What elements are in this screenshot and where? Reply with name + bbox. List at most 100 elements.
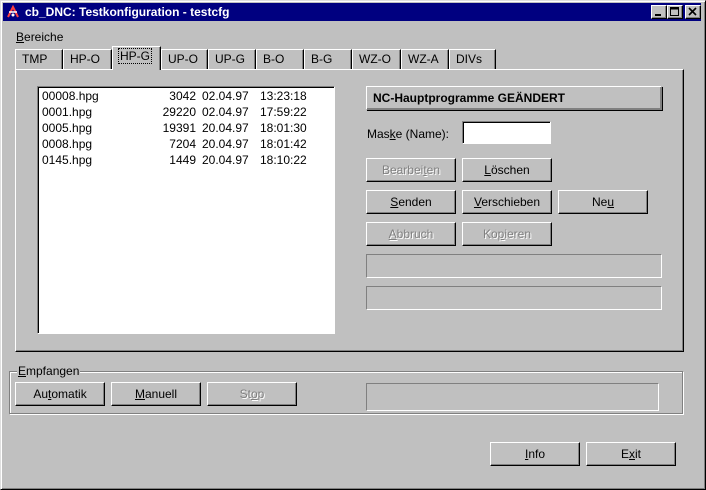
- btn-text: anuell: [144, 387, 178, 401]
- automatic-button[interactable]: Automatik: [15, 382, 105, 406]
- btn-text: it: [635, 447, 641, 461]
- tab-label: DIVs: [456, 52, 483, 66]
- tab-wz-o[interactable]: WZ-O: [352, 49, 401, 69]
- file-time: 18:01:30: [260, 121, 307, 135]
- window-title: cb_DNC: Testkonfiguration - testcfg: [25, 5, 230, 19]
- delete-button[interactable]: Löschen: [462, 158, 552, 182]
- file-time: 18:10:22: [260, 153, 307, 167]
- tab-hp-g[interactable]: HP-G: [112, 46, 161, 70]
- tab-up-o[interactable]: UP-O: [161, 49, 208, 69]
- file-size: 19391: [162, 121, 196, 135]
- btn-mnemonic: M: [134, 387, 145, 401]
- tab-divs[interactable]: DIVs: [449, 49, 496, 69]
- file-name: 0145.hpg: [42, 153, 93, 167]
- maximize-button[interactable]: [667, 5, 683, 19]
- file-size: 7204: [169, 137, 196, 151]
- file-name: 00008.hpg: [42, 89, 99, 103]
- btn-text: en: [426, 163, 441, 177]
- section-heading: NC-Hauptprogramme GEÄNDERT: [373, 91, 566, 105]
- mask-label-pre: Mas: [367, 127, 390, 141]
- close-button[interactable]: [685, 5, 701, 19]
- exit-button[interactable]: Exit: [586, 442, 676, 466]
- tab-b-g[interactable]: B-G: [304, 49, 352, 69]
- tab-hp-o[interactable]: HP-O: [63, 49, 112, 69]
- file-name: 0005.hpg: [42, 121, 93, 135]
- send-button[interactable]: Senden: [366, 190, 456, 214]
- file-time: 13:23:18: [260, 89, 307, 103]
- group-label-post: mpfangen: [26, 364, 80, 378]
- tab-label: B-G: [311, 52, 333, 66]
- tab-tmp[interactable]: TMP: [15, 49, 63, 69]
- btn-mnemonic: u: [607, 195, 615, 209]
- tab-label: TMP: [22, 52, 48, 66]
- file-listbox[interactable]: 00008.hpg 3042 02.04.97 13:23:18 0001.hp…: [37, 86, 335, 334]
- mask-input[interactable]: [462, 121, 551, 144]
- btn-mnemonic: A: [388, 227, 397, 241]
- btn-text: enden: [398, 195, 432, 209]
- btn-text: E: [620, 447, 629, 461]
- mask-label: Maske (Name):: [367, 127, 449, 141]
- btn-text: bbruch: [396, 227, 434, 241]
- file-time: 17:59:22: [260, 105, 307, 119]
- list-item[interactable]: 0145.hpg 1449 20.04.97 18:10:22: [42, 153, 310, 169]
- areas-label-rest: ereiche: [24, 30, 64, 44]
- receive-status-panel: [366, 383, 659, 411]
- copy-button[interactable]: Kopieren: [462, 222, 552, 246]
- manual-button[interactable]: Manuell: [111, 382, 201, 406]
- stop-button[interactable]: Stop: [207, 382, 297, 406]
- btn-text: nfo: [528, 447, 546, 461]
- title-bar[interactable]: cb_DNC: Testkonfiguration - testcfg: [3, 3, 701, 21]
- minimize-icon: [655, 14, 661, 16]
- tab-up-g[interactable]: UP-G: [208, 49, 256, 69]
- new-button[interactable]: Neu: [558, 190, 648, 214]
- file-date: 20.04.97: [202, 121, 249, 135]
- receive-group-label: Empfangen: [17, 364, 81, 378]
- file-date: 02.04.97: [202, 89, 249, 103]
- btn-text: Au: [33, 387, 48, 401]
- tab-label: HP-G: [118, 48, 152, 64]
- btn-text: ieren: [504, 227, 532, 241]
- file-name: 0001.hpg: [42, 105, 93, 119]
- app-icon[interactable]: [5, 4, 21, 20]
- tab-label: WZ-O: [359, 52, 391, 66]
- btn-text: omatik: [51, 387, 87, 401]
- close-icon: [688, 7, 697, 16]
- btn-text: p: [257, 387, 265, 401]
- tab-label: UP-O: [168, 52, 198, 66]
- file-size: 1449: [169, 153, 196, 167]
- file-date: 02.04.97: [202, 105, 249, 119]
- btn-mnemonic: L: [484, 163, 491, 177]
- file-date: 20.04.97: [202, 153, 249, 167]
- tab-b-o[interactable]: B-O: [256, 49, 304, 69]
- status-panel-1: [366, 254, 662, 278]
- section-heading-panel: NC-Hauptprogramme GEÄNDERT: [366, 86, 662, 110]
- minimize-button[interactable]: [651, 5, 667, 19]
- btn-text: Ko: [482, 227, 498, 241]
- edit-button[interactable]: Bearbeiten: [366, 158, 456, 182]
- mask-label-post: e (Name):: [395, 127, 450, 141]
- btn-text: St: [239, 387, 251, 401]
- info-button[interactable]: Info: [490, 442, 580, 466]
- tab-label: UP-G: [215, 52, 245, 66]
- file-time: 18:01:42: [260, 137, 307, 151]
- btn-text: erschieben: [481, 195, 541, 209]
- areas-label-mnemonic: B: [16, 30, 25, 44]
- group-label-mnemonic: E: [18, 364, 27, 378]
- file-size: 3042: [169, 89, 196, 103]
- move-button[interactable]: Verschieben: [462, 190, 552, 214]
- list-item[interactable]: 00008.hpg 3042 02.04.97 13:23:18: [42, 89, 310, 105]
- maximize-icon: [670, 7, 679, 16]
- areas-label: Bereiche: [16, 30, 63, 44]
- abort-button[interactable]: Abbruch: [366, 222, 456, 246]
- list-item[interactable]: 0008.hpg 7204 20.04.97 18:01:42: [42, 137, 310, 153]
- btn-mnemonic: o: [250, 387, 258, 401]
- file-size: 29220: [162, 105, 196, 119]
- tab-wz-a[interactable]: WZ-A: [401, 49, 449, 69]
- tab-label: HP-O: [70, 52, 100, 66]
- tab-label: WZ-A: [408, 52, 439, 66]
- file-date: 20.04.97: [202, 137, 249, 151]
- file-name: 0008.hpg: [42, 137, 93, 151]
- tab-label: B-O: [263, 52, 285, 66]
- list-item[interactable]: 0005.hpg 19391 20.04.97 18:01:30: [42, 121, 310, 137]
- list-item[interactable]: 0001.hpg 29220 02.04.97 17:59:22: [42, 105, 310, 121]
